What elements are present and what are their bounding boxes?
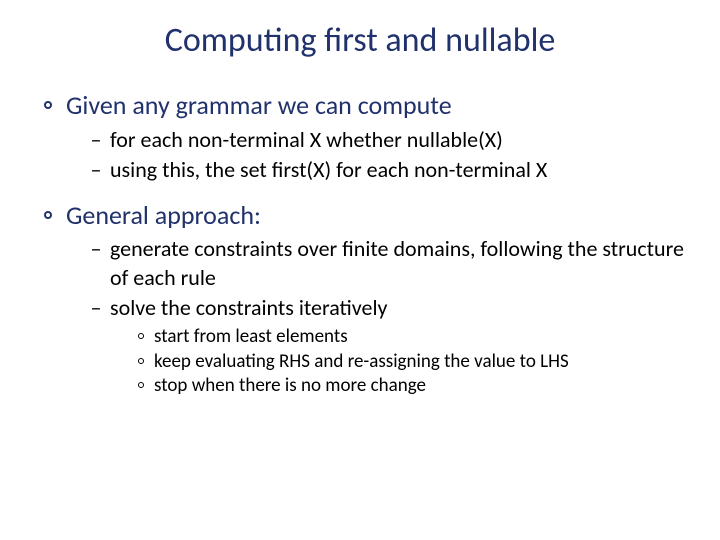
list-item: stop when there is no more change <box>138 374 690 398</box>
list-item: – generate constraints over finite domai… <box>90 235 690 292</box>
bullet-text: Given any grammar we can compute <box>66 89 452 122</box>
bullet-icon <box>138 358 144 364</box>
bullet-icon <box>44 101 52 109</box>
list-item: – for each non-terminal X whether nullab… <box>90 126 690 155</box>
bullet-text: solve the constraints iteratively <box>110 294 387 323</box>
bullet-text: start from least elements <box>154 325 348 349</box>
bullet-group-2: General approach: – generate constraints… <box>30 199 690 399</box>
bullet-icon <box>138 382 144 388</box>
bullet-text: keep evaluating RHS and re-assigning the… <box>154 350 569 374</box>
dash-icon: – <box>90 156 102 185</box>
list-item: keep evaluating RHS and re-assigning the… <box>138 350 690 374</box>
list-item: – using this, the set first(X) for each … <box>90 156 690 185</box>
dash-icon: – <box>90 235 102 264</box>
bullet-text: General approach: <box>66 199 261 232</box>
bullet-text: for each non-terminal X whether nullable… <box>110 126 503 155</box>
list-item: start from least elements <box>138 325 690 349</box>
slide: Computing first and nullable Given any g… <box>0 0 720 540</box>
bullet-text: stop when there is no more change <box>154 374 426 398</box>
bullet-text: generate constraints over finite domains… <box>110 235 690 292</box>
dash-icon: – <box>90 294 102 323</box>
list-item: – solve the constraints iteratively <box>90 294 690 323</box>
bullet-text: using this, the set first(X) for each no… <box>110 156 547 185</box>
slide-title: Computing first and nullable <box>30 20 690 61</box>
list-item: General approach: <box>30 199 690 232</box>
bullet-icon <box>138 333 144 339</box>
bullet-group-1: Given any grammar we can compute – for e… <box>30 89 690 185</box>
dash-icon: – <box>90 126 102 155</box>
bullet-icon <box>44 211 52 219</box>
list-item: Given any grammar we can compute <box>30 89 690 122</box>
